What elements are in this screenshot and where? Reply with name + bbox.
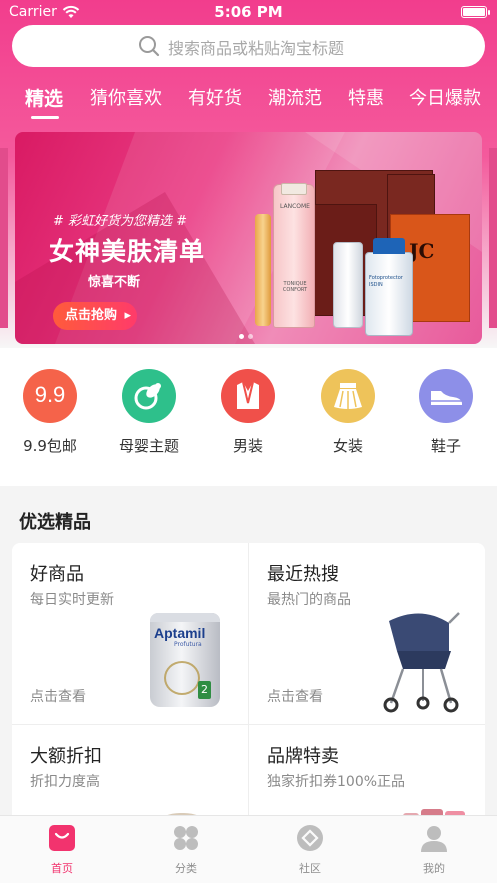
search-placeholder: 搜索商品或粘贴淘宝标题 <box>168 39 345 58</box>
card-subtitle: 独家折扣券100%正品 <box>267 774 406 790</box>
battery-tip <box>488 10 490 15</box>
isdin-box: Fotoprotector ISDIN <box>365 252 413 336</box>
aptamil-can-image: Aptamil Profutura 2 <box>150 613 220 707</box>
banner-title: 女神美肤清单 <box>49 237 206 266</box>
category-row: 9.9 9.9包邮 母婴主题 男装 女装 鞋子 <box>0 348 497 486</box>
clock: 5:06 PM <box>214 3 283 21</box>
banner-pagination <box>239 324 257 343</box>
category-shoes[interactable]: 鞋子 <box>406 369 486 456</box>
tab-guess-you-like[interactable]: 猜你喜欢 <box>90 84 162 110</box>
aptamil-brand: Aptamil <box>154 625 206 641</box>
community-icon <box>296 824 324 852</box>
card-view-link[interactable]: 点击查看 <box>267 686 323 706</box>
pagination-dot[interactable] <box>239 334 244 339</box>
grid-icon <box>172 824 200 852</box>
banner-next-peek <box>489 148 497 328</box>
tab-home[interactable]: 首页 <box>22 824 102 876</box>
category-womenswear[interactable]: 女装 <box>308 369 388 456</box>
card-view-link[interactable]: 点击查看 <box>30 686 86 706</box>
tab-label: 首页 <box>51 862 73 875</box>
category-label: 男装 <box>232 437 263 455</box>
tab-label: 分类 <box>175 862 197 875</box>
isdin-bottle-small <box>333 242 363 328</box>
banner-buy-label: 点击抢购 <box>65 308 118 323</box>
featured-card-good-goods[interactable]: 好商品 每日实时更新 点击查看 Aptamil Profutura 2 <box>12 543 248 723</box>
stroller-image <box>383 612 460 713</box>
card-subtitle: 折扣力度高 <box>30 774 100 790</box>
category-label: 母婴主题 <box>118 437 179 455</box>
category-label: 女装 <box>332 437 363 455</box>
arrow-right-icon: ▸ <box>124 308 132 323</box>
banner-subtitle: 惊喜不断 <box>88 275 141 290</box>
card-subtitle: 最热门的商品 <box>267 592 351 608</box>
lancome-bottle: LANCOME TONIQUE CONFORT <box>273 183 315 328</box>
search-bar[interactable]: 搜索商品或粘贴淘宝标题 <box>12 25 485 67</box>
featured-card-hot-search[interactable]: 最近热搜 最热门的商品 点击查看 <box>249 543 485 723</box>
lancome-brand: LANCOME <box>280 203 310 210</box>
aptamil-line: Profutura <box>174 641 202 648</box>
tab-good-stuff[interactable]: 有好货 <box>188 84 242 110</box>
suit-icon <box>221 369 275 423</box>
skirt-icon <box>321 369 375 423</box>
tab-community[interactable]: 社区 <box>270 824 350 876</box>
banner-prev-peek <box>0 148 8 328</box>
tab-label: 社区 <box>299 862 321 875</box>
card-title: 好商品 <box>30 564 84 585</box>
user-icon <box>420 824 448 852</box>
serum-vial <box>255 214 271 326</box>
lancome-product-name: TONIQUE CONFORT <box>282 281 308 293</box>
tab-special-offer[interactable]: 特惠 <box>348 84 384 110</box>
banner-buy-button[interactable]: 点击抢购 ▸ <box>53 302 137 330</box>
nine-nine-icon: 9.9 <box>23 369 77 423</box>
category-menswear[interactable]: 男装 <box>208 369 288 456</box>
aptamil-stage: 2 <box>198 681 211 699</box>
card-subtitle: 每日实时更新 <box>30 592 114 608</box>
tab-label: 我的 <box>423 862 445 875</box>
battery-icon <box>461 6 487 18</box>
tab-mine[interactable]: 我的 <box>394 824 474 876</box>
category-label: 鞋子 <box>430 437 461 455</box>
card-title: 品牌特卖 <box>267 746 339 767</box>
promo-banner[interactable]: # 彩虹好货为您精选 # 女神美肤清单 惊喜不断 点击抢购 ▸ JC LANCO… <box>15 132 482 344</box>
featured-grid: 好商品 每日实时更新 点击查看 Aptamil Profutura 2 最近热搜… <box>12 543 485 833</box>
tab-category[interactable]: 分类 <box>146 824 226 876</box>
isdin-cap <box>373 238 405 254</box>
grid-divider-horizontal <box>12 724 485 725</box>
tab-featured[interactable]: 精选 <box>25 84 63 111</box>
tab-trend[interactable]: 潮流范 <box>268 84 322 110</box>
card-title: 最近热搜 <box>267 564 339 585</box>
isdin-brand: Fotoprotector ISDIN <box>369 275 403 288</box>
pagination-dot[interactable] <box>248 334 253 339</box>
pacifier-icon <box>122 369 176 423</box>
grid-divider-vertical <box>248 543 249 833</box>
status-bar: Carrier 5:06 PM <box>0 0 497 26</box>
search-icon <box>139 36 160 57</box>
category-label: 9.9包邮 <box>23 437 77 455</box>
section-title: 优选精品 <box>19 512 91 533</box>
active-tab-indicator <box>31 116 59 119</box>
shoe-icon <box>419 369 473 423</box>
home-bag-icon <box>48 824 76 852</box>
card-title: 大额折扣 <box>30 746 102 767</box>
top-tabs: 精选 猜你喜欢 有好货 潮流范 特惠 今日爆款 <box>0 84 497 120</box>
bottom-tab-bar: 首页 分类 社区 我的 <box>0 815 497 883</box>
banner-hashtag: # 彩虹好货为您精选 # <box>53 214 188 229</box>
category-nine-nine[interactable]: 9.9 9.9包邮 <box>10 369 90 456</box>
category-baby[interactable]: 母婴主题 <box>109 369 189 456</box>
tab-today-hot[interactable]: 今日爆款 <box>409 84 481 110</box>
